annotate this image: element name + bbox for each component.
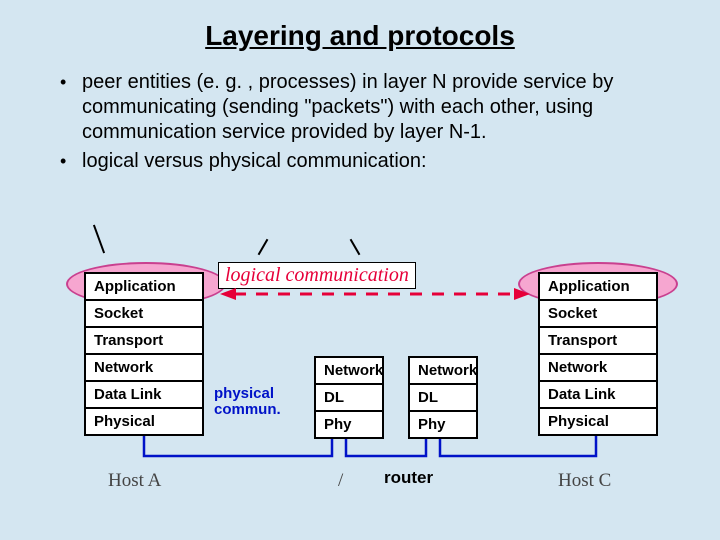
host-a-stack: Application Socket Transport Network Dat… <box>84 272 204 436</box>
callout-tick <box>350 239 361 256</box>
host-c-label: Host C <box>558 470 611 492</box>
layer-socket: Socket <box>540 301 656 328</box>
page-title: Layering and protocols <box>0 0 720 52</box>
callout-tick <box>258 239 269 256</box>
layering-diagram: logical communication Application Socket… <box>84 238 654 510</box>
layer-application: Application <box>540 274 656 301</box>
layer-network: Network <box>86 355 202 382</box>
layer-network: Network <box>540 355 656 382</box>
router-stack-2: Network DL Phy <box>408 356 478 439</box>
layer-phy: Phy <box>410 412 476 437</box>
physical-communication-label: physical commun. <box>214 386 281 418</box>
layer-dl: DL <box>316 385 382 412</box>
bullet-list: peer entities (e. g. , processes) in lay… <box>56 70 664 174</box>
layer-transport: Transport <box>540 328 656 355</box>
layer-datalink: Data Link <box>540 382 656 409</box>
host-c-stack: Application Socket Transport Network Dat… <box>538 272 658 436</box>
router-stack-1: Network DL Phy <box>314 356 384 439</box>
layer-physical: Physical <box>540 409 656 434</box>
logical-communication-label: logical communication <box>218 262 416 289</box>
layer-physical: Physical <box>86 409 202 434</box>
router-label: router <box>384 468 433 488</box>
layer-application: Application <box>86 274 202 301</box>
host-m-label: / <box>338 470 343 492</box>
bullet-item: logical versus physical communication: <box>56 149 664 174</box>
host-a-label: Host A <box>108 470 161 492</box>
bullet-item: peer entities (e. g. , processes) in lay… <box>56 70 664 145</box>
layer-datalink: Data Link <box>86 382 202 409</box>
layer-dl: DL <box>410 385 476 412</box>
layer-network: Network <box>316 358 382 385</box>
layer-transport: Transport <box>86 328 202 355</box>
layer-network: Network <box>410 358 476 385</box>
layer-phy: Phy <box>316 412 382 437</box>
callout-tick <box>93 225 105 254</box>
layer-socket: Socket <box>86 301 202 328</box>
logical-arrow-icon <box>220 286 530 302</box>
